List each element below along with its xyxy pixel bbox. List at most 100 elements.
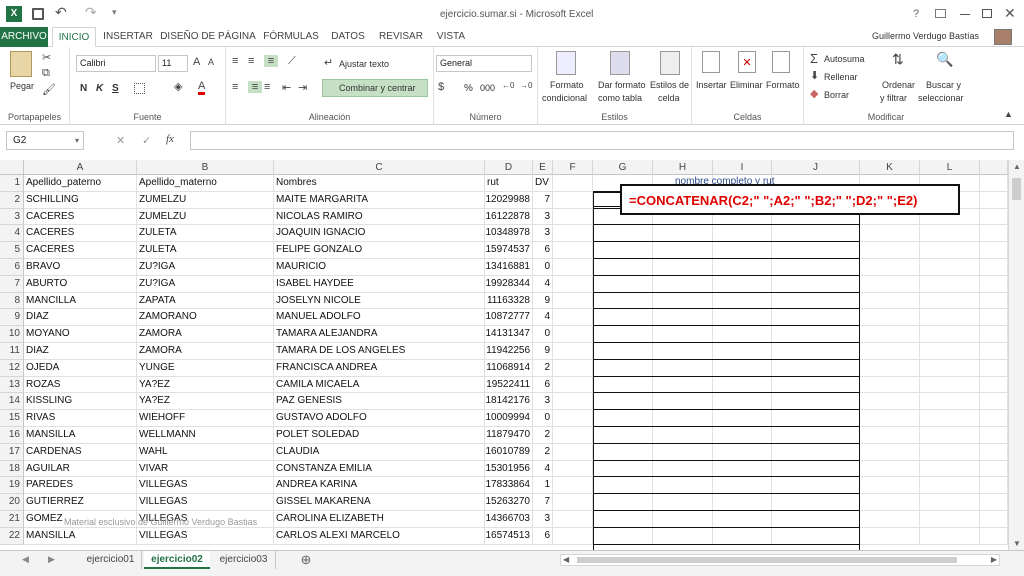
conditional-format-icon[interactable] [556, 51, 576, 75]
format-as-table-icon[interactable] [610, 51, 630, 75]
empty-cell[interactable] [980, 175, 1008, 192]
number-format-select[interactable]: General [436, 55, 532, 72]
cell-b[interactable]: ZULETA [137, 225, 274, 243]
empty-cell[interactable] [553, 343, 593, 360]
empty-cell[interactable] [920, 477, 980, 495]
align-right-icon[interactable]: ≡ [264, 81, 270, 93]
cell-a[interactable]: MANCILLA [24, 292, 137, 310]
vertical-scroll-thumb[interactable] [1012, 178, 1021, 200]
format-as-table-button[interactable]: Dar formato [598, 80, 646, 90]
cell-e[interactable]: 6 [533, 242, 553, 259]
row-header[interactable]: 1 [0, 175, 24, 192]
find-select-button[interactable]: Buscar y [926, 80, 961, 90]
cell-d[interactable]: 13416881 [485, 259, 533, 276]
grow-font-icon[interactable]: A [193, 56, 200, 68]
cell-a[interactable]: SCHILLING [24, 191, 137, 209]
empty-cell[interactable] [553, 427, 593, 444]
decrease-decimal-icon[interactable]: →0 [520, 81, 532, 90]
column-header-j[interactable]: J [772, 160, 860, 175]
row-header[interactable]: 14 [0, 393, 24, 411]
scroll-down-icon[interactable]: ▼ [1013, 539, 1021, 548]
row-header[interactable]: 18 [0, 460, 24, 478]
empty-cell[interactable] [980, 427, 1008, 444]
empty-cell[interactable] [553, 326, 593, 343]
format-as-table-button-line2[interactable]: como tabla [598, 93, 642, 103]
cell-c[interactable]: FRANCISCA ANDREA [274, 359, 485, 377]
cell-b[interactable]: VIVAR [137, 460, 274, 478]
cell-d[interactable]: 19522411 [485, 376, 533, 394]
empty-cell[interactable] [860, 242, 920, 259]
cell-e[interactable]: 3 [533, 225, 553, 243]
cell-a[interactable]: AGUILAR [24, 460, 137, 478]
empty-cell[interactable] [860, 427, 920, 444]
scroll-up-icon[interactable]: ▲ [1013, 162, 1021, 171]
empty-cell[interactable] [860, 527, 920, 545]
cell-c[interactable]: ISABEL HAYDEE [274, 275, 485, 293]
align-top-icon[interactable]: ≡ [232, 55, 238, 67]
row-header[interactable]: 15 [0, 410, 24, 427]
cell-e[interactable]: 4 [533, 460, 553, 478]
cell-e[interactable]: 3 [533, 393, 553, 411]
row-header[interactable]: 17 [0, 443, 24, 461]
cell-b[interactable]: YA?EZ [137, 376, 274, 394]
cell-d[interactable]: 16574513 [485, 527, 533, 545]
cell-e[interactable]: 4 [533, 309, 553, 327]
cell-e[interactable]: 4 [533, 275, 553, 293]
output-cell[interactable] [593, 460, 860, 478]
empty-cell[interactable] [920, 343, 980, 360]
cell-c[interactable]: CONSTANZA EMILIA [274, 460, 485, 478]
cell-e[interactable]: 0 [533, 326, 553, 343]
empty-cell[interactable] [980, 242, 1008, 259]
column-header-l[interactable]: L [920, 160, 980, 175]
empty-cell[interactable] [860, 477, 920, 495]
header-cell-a[interactable]: Apellido_paterno [24, 175, 137, 192]
row-header[interactable]: 2 [0, 191, 24, 209]
cell-c[interactable]: MAURICIO [274, 259, 485, 276]
empty-cell[interactable] [553, 292, 593, 310]
empty-cell[interactable] [553, 393, 593, 411]
output-cell[interactable] [593, 275, 860, 293]
header-cell-d[interactable]: rut [485, 175, 533, 192]
empty-cell[interactable] [980, 292, 1008, 310]
cell-a[interactable]: CACERES [24, 208, 137, 226]
empty-cell[interactable] [920, 259, 980, 276]
empty-cell[interactable] [553, 376, 593, 394]
autosum-icon[interactable]: Σ [810, 51, 818, 66]
autosum-button[interactable]: Autosuma [824, 54, 865, 64]
cell-e[interactable]: 2 [533, 359, 553, 377]
output-cell[interactable] [593, 259, 860, 276]
row-header[interactable]: 16 [0, 427, 24, 444]
output-cell[interactable] [593, 410, 860, 427]
increase-indent-icon[interactable]: ⇥ [298, 81, 307, 94]
empty-cell[interactable] [553, 494, 593, 511]
empty-cell[interactable] [860, 275, 920, 293]
cell-e[interactable]: 3 [533, 208, 553, 226]
empty-cell[interactable] [980, 410, 1008, 427]
thousands-button[interactable]: 000 [480, 83, 495, 93]
horizontal-scrollbar[interactable]: ◀ ▶ [560, 554, 1000, 566]
empty-cell[interactable] [920, 460, 980, 478]
empty-cell[interactable] [920, 242, 980, 259]
empty-cell[interactable] [920, 511, 980, 528]
row-header[interactable]: 20 [0, 494, 24, 511]
sort-filter-icon[interactable]: ⇅ [892, 51, 904, 68]
horizontal-scroll-thumb[interactable] [577, 557, 957, 563]
borders-icon[interactable] [134, 83, 145, 94]
conditional-format-button[interactable]: Formato [550, 80, 584, 90]
empty-cell[interactable] [980, 477, 1008, 495]
restore-icon[interactable] [982, 9, 992, 18]
empty-cell[interactable] [980, 376, 1008, 394]
select-all-corner[interactable] [0, 160, 24, 175]
cell-d[interactable]: 16122878 [485, 208, 533, 226]
user-name[interactable]: Guillermo Verdugo Bastías [872, 31, 979, 41]
row-header[interactable]: 3 [0, 208, 24, 226]
cell-d[interactable]: 11068914 [485, 359, 533, 377]
column-header-a[interactable]: A [24, 160, 137, 175]
empty-cell[interactable] [980, 259, 1008, 276]
empty-cell[interactable] [860, 292, 920, 310]
cell-a[interactable]: DIAZ [24, 309, 137, 327]
cell-c[interactable]: GUSTAVO ADOLFO [274, 410, 485, 427]
scroll-right-icon[interactable]: ▶ [991, 555, 997, 564]
sort-filter-button-line2[interactable]: y filtrar [880, 93, 907, 103]
fill-color-icon[interactable]: ◈ [174, 80, 182, 93]
